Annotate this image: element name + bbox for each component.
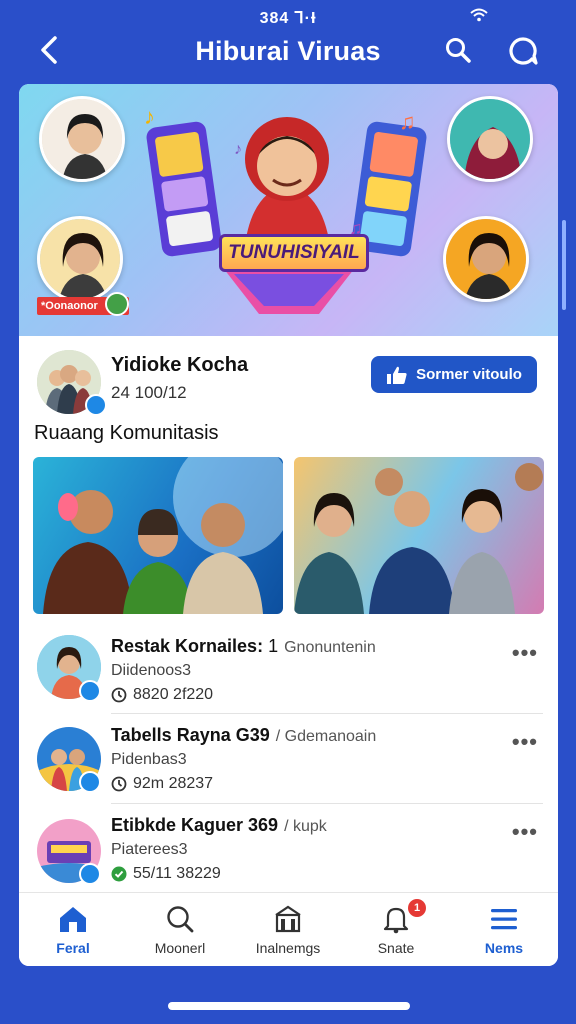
- list-item-title: Restak Kornailes: 1 Gnonuntenin: [111, 636, 376, 656]
- scrollbar[interactable]: [562, 220, 566, 310]
- status-time: 384 Ꞁ·Ɨ: [259, 10, 317, 27]
- chat-button[interactable]: [504, 32, 542, 70]
- profile-name[interactable]: Yidioke Kocha: [111, 354, 248, 377]
- nav-label: Feral: [56, 940, 90, 956]
- banner-status-dot: [105, 292, 129, 316]
- nav-item-menu[interactable]: Nems: [454, 893, 554, 966]
- divider: [111, 713, 543, 714]
- svg-text:♪: ♪: [234, 141, 242, 158]
- nav-label: Moonerl: [154, 940, 206, 956]
- main-card: ♪ ♫ ♪ ♫ *Oonaonor TUNUHISIYAIL Yidioke K…: [19, 84, 558, 966]
- list-item-time: 8820 2f220: [111, 686, 213, 704]
- banner-avatar-3[interactable]: [447, 96, 533, 182]
- app-bar: Hiburai Viruas: [0, 28, 576, 76]
- home-icon: [60, 907, 86, 932]
- nav-item-community[interactable]: Inalnemgs: [238, 893, 338, 966]
- nav-label: Snate: [377, 940, 415, 956]
- search-icon: [446, 38, 471, 63]
- nav-item-home[interactable]: Feral: [23, 893, 123, 966]
- list-item-sub: Piaterees3: [111, 841, 188, 858]
- profile-sub: 24 100/12: [111, 383, 187, 402]
- clock-icon: [111, 776, 127, 792]
- wifi-icon: [470, 8, 488, 27]
- check-icon: [111, 866, 127, 882]
- follow-button-label: Sormer vitoulo: [416, 366, 522, 383]
- list-item[interactable]: Restak Kornailes: 1 Gnonuntenin Diidenoos…: [19, 632, 558, 722]
- banner-title: TUNUHISIYAIL: [219, 234, 369, 272]
- svg-text:♪: ♪: [144, 104, 155, 129]
- community-photo-1[interactable]: [33, 457, 283, 614]
- verified-badge-icon: [79, 863, 101, 885]
- list-item-sub: Pidenbas3: [111, 751, 187, 768]
- verified-badge-icon: [79, 680, 101, 702]
- banner-avatar-1[interactable]: [39, 96, 125, 182]
- hero-banner[interactable]: ♪ ♫ ♪ ♫ *Oonaonor TUNUHISIYAIL: [19, 84, 558, 336]
- banner-avatar-4[interactable]: [443, 216, 529, 302]
- nav-item-search[interactable]: Moonerl: [130, 893, 230, 966]
- nav-item-notifications[interactable]: 1 Snate: [346, 893, 446, 966]
- divider: [111, 803, 543, 804]
- profile-row: Yidioke Kocha 24 100/12 Sormer vitoulo: [19, 336, 558, 426]
- notification-badge: 1: [408, 899, 426, 917]
- verified-badge-icon: [79, 771, 101, 793]
- more-options-button[interactable]: •••: [512, 729, 538, 755]
- list-item-time: 92m 28237: [111, 775, 213, 793]
- follow-button[interactable]: Sormer vitoulo: [371, 356, 537, 393]
- list-item[interactable]: Etibkde Kaguer 369/ kupk Piaterees3 55/1…: [19, 811, 558, 901]
- list-item[interactable]: Tabells Rayna G39/ Gdemanoain Pidenbas3 …: [19, 721, 558, 811]
- status-bar: 384 Ꞁ·Ɨ: [0, 0, 576, 30]
- list-item-title: Etibkde Kaguer 369/ kupk: [111, 815, 327, 835]
- menu-icon: [491, 909, 517, 930]
- home-indicator[interactable]: [168, 1002, 410, 1010]
- section-title: Ruaang Komunitasis: [34, 422, 219, 444]
- bottom-nav: Feral Moonerl Inalnemgs 1 Snate Nems: [19, 892, 558, 966]
- search-icon: [167, 906, 194, 933]
- nav-label: Inalnemgs: [255, 940, 321, 956]
- banner-avatar-2[interactable]: [37, 216, 123, 302]
- building-icon: [275, 905, 301, 933]
- list-item-time: 55/11 38229: [111, 865, 221, 883]
- verified-badge-icon: [85, 394, 107, 416]
- thumbs-up-icon: [387, 366, 407, 384]
- list-item-sub: Diidenoos3: [111, 662, 192, 679]
- more-options-button[interactable]: •••: [512, 640, 538, 666]
- chat-bubble-icon: [509, 37, 538, 65]
- community-photo-2[interactable]: [294, 457, 544, 614]
- clock-icon: [111, 687, 127, 703]
- search-button[interactable]: [440, 32, 476, 68]
- svg-text:♫: ♫: [399, 109, 416, 134]
- app-title: Hiburai Viruas: [195, 36, 381, 66]
- more-options-button[interactable]: •••: [512, 819, 538, 845]
- nav-label: Nems: [484, 940, 524, 956]
- list-item-title: Tabells Rayna G39/ Gdemanoain: [111, 725, 377, 745]
